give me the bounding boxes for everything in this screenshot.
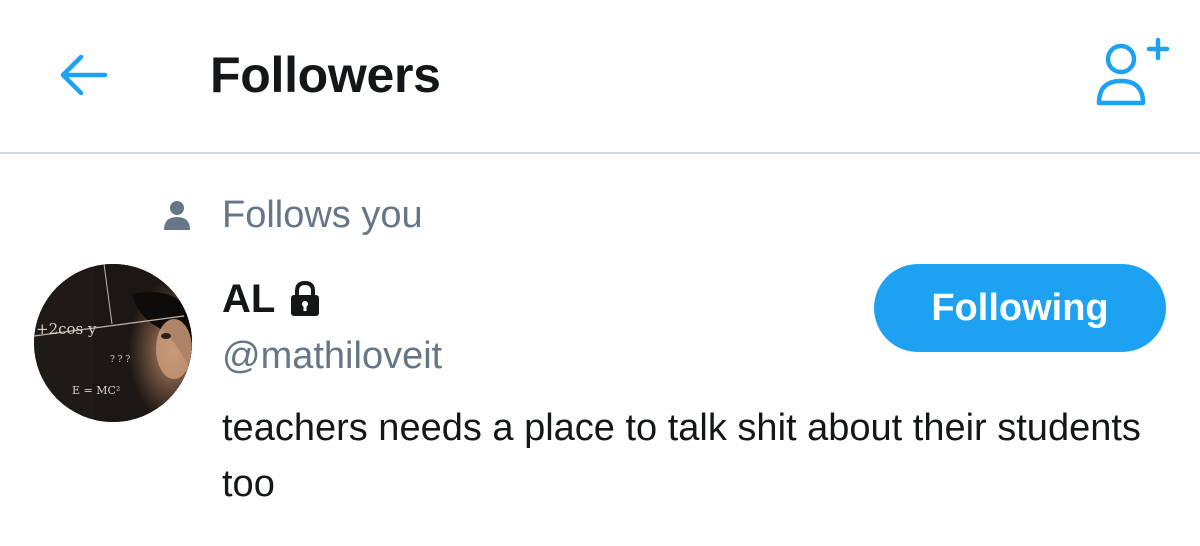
follows-you-indicator: Follows you [160, 190, 423, 240]
add-user-icon [1096, 37, 1170, 106]
username-handle[interactable]: @mathiloveit [222, 332, 442, 380]
arrow-left-icon [60, 54, 108, 96]
avatar-formula-3: ? ? ? [110, 355, 130, 365]
display-name[interactable]: AL [222, 274, 275, 324]
header-divider [0, 152, 1200, 154]
add-user-button[interactable] [1086, 34, 1172, 114]
avatar[interactable]: +2cos y E = MC² ? ? ? [34, 264, 192, 422]
follows-you-label: Follows you [222, 194, 423, 236]
back-button[interactable] [52, 44, 114, 106]
page-title: Followers [210, 47, 441, 103]
person-icon [160, 195, 194, 235]
avatar-formula-1: +2cos y [36, 320, 97, 338]
following-button[interactable]: Following [874, 264, 1166, 352]
follower-name-row: AL [222, 274, 323, 324]
lock-icon [289, 280, 323, 318]
profile-bio: teachers needs a place to talk shit abou… [222, 407, 1141, 505]
avatar-formula-2: E = MC² [72, 384, 120, 397]
top-bar: Followers [0, 0, 1200, 154]
